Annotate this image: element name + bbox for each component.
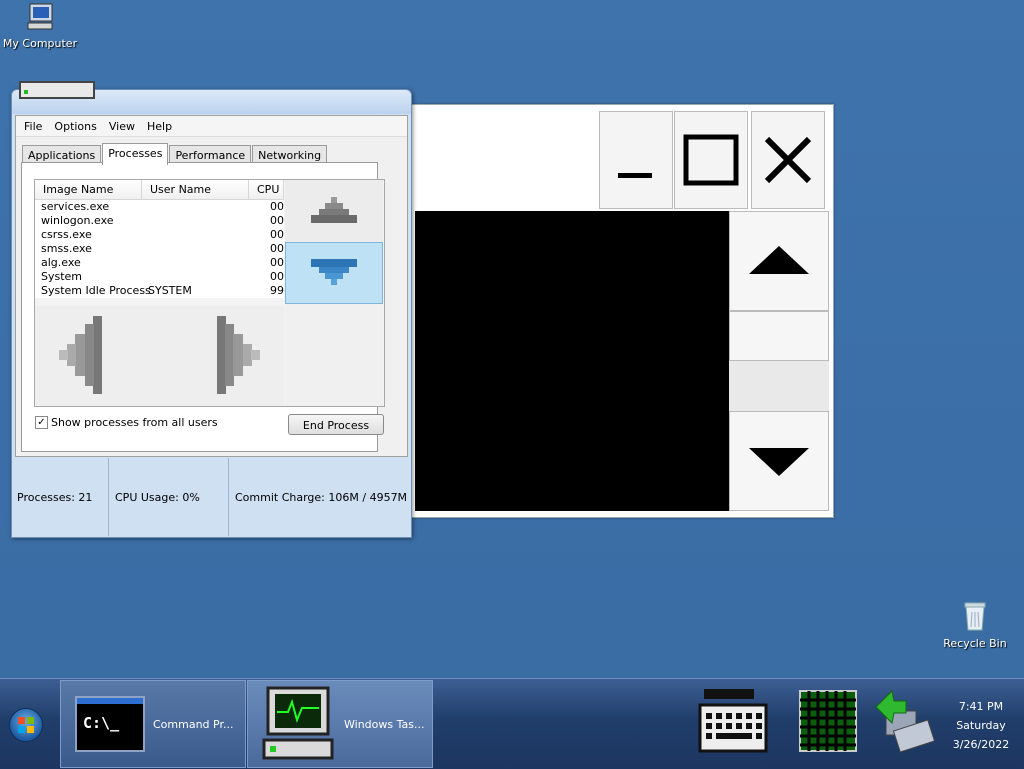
console-scroll-down-button[interactable] bbox=[729, 411, 829, 511]
scroll-up-button[interactable] bbox=[285, 180, 383, 242]
arrow-up-icon bbox=[311, 197, 357, 223]
task-manager-client: File Options View Help Applications Proc… bbox=[15, 115, 408, 457]
arrow-up-icon bbox=[749, 246, 809, 274]
table-row[interactable]: System 00 bbox=[35, 270, 284, 284]
process-list-header: Image Name User Name CPU bbox=[35, 180, 284, 200]
process-name: winlogon.exe bbox=[41, 214, 114, 227]
tab-processes[interactable]: Processes bbox=[102, 143, 169, 165]
process-user bbox=[148, 242, 248, 256]
process-cpu: 00 bbox=[270, 228, 284, 241]
maximize-icon bbox=[683, 134, 739, 186]
process-cpu: 00 bbox=[270, 214, 284, 227]
command-prompt-icon: C:\_ bbox=[75, 696, 145, 752]
console-window[interactable] bbox=[410, 104, 834, 518]
process-user bbox=[148, 270, 248, 284]
menu-help[interactable]: Help bbox=[141, 120, 178, 133]
menu-bar: File Options View Help bbox=[16, 116, 407, 137]
task-manager-icon bbox=[262, 686, 334, 760]
clock-day: Saturday bbox=[956, 719, 1006, 732]
network-grid-icon[interactable] bbox=[799, 690, 857, 752]
menu-options[interactable]: Options bbox=[48, 120, 102, 133]
start-button[interactable] bbox=[9, 708, 43, 742]
process-name: System Idle Process bbox=[41, 284, 151, 297]
process-user bbox=[148, 200, 248, 214]
table-row[interactable]: services.exe 00 bbox=[35, 200, 284, 214]
end-process-button[interactable]: End Process bbox=[288, 414, 384, 435]
table-row[interactable]: winlogon.exe 00 bbox=[35, 214, 284, 228]
status-cpu-usage: CPU Usage: 0% bbox=[109, 458, 229, 536]
keyboard-icon[interactable] bbox=[698, 689, 770, 755]
menu-view[interactable]: View bbox=[103, 120, 141, 133]
recycle-bin-label: Recycle Bin bbox=[943, 637, 1007, 650]
column-user-name[interactable]: User Name bbox=[142, 180, 249, 199]
desktop-icon-recycle-bin[interactable]: Recycle Bin bbox=[935, 600, 1015, 650]
console-minimize-button[interactable] bbox=[599, 111, 673, 209]
process-name: alg.exe bbox=[41, 256, 81, 269]
table-row[interactable]: alg.exe 00 bbox=[35, 256, 284, 270]
arrow-down-icon bbox=[749, 448, 809, 476]
taskbar-command-prompt[interactable]: C:\_ Command Pr... bbox=[60, 680, 246, 768]
process-name: csrss.exe bbox=[41, 228, 92, 241]
task-manager-app-icon bbox=[19, 81, 95, 99]
console-scroll-up-button[interactable] bbox=[729, 211, 829, 311]
minimize-icon bbox=[618, 173, 652, 178]
task-manager-titlebar[interactable] bbox=[12, 81, 411, 114]
taskbar: C:\_ Command Pr... Windows Tas... 7:41 P… bbox=[0, 678, 1024, 769]
process-cpu: 00 bbox=[270, 256, 284, 269]
network-connection-icon[interactable] bbox=[872, 687, 936, 753]
process-user bbox=[148, 256, 248, 270]
process-name: smss.exe bbox=[41, 242, 92, 255]
console-maximize-button[interactable] bbox=[674, 111, 748, 209]
close-icon bbox=[764, 136, 812, 184]
console-scroll-thumb[interactable] bbox=[729, 311, 829, 361]
task-manager-window[interactable]: File Options View Help Applications Proc… bbox=[11, 81, 412, 538]
taskbar-clock[interactable]: 7:41 PM Saturday 3/26/2022 bbox=[946, 697, 1016, 754]
computer-icon bbox=[27, 3, 53, 30]
column-cpu[interactable]: CPU bbox=[249, 180, 284, 199]
status-processes: Processes: 21 bbox=[13, 458, 109, 536]
show-all-users-checkbox[interactable]: ✓ Show processes from all users bbox=[35, 416, 218, 429]
process-user: SYSTEM bbox=[148, 284, 192, 297]
clock-time: 7:41 PM bbox=[958, 700, 1004, 713]
process-cpu: 99 bbox=[270, 284, 284, 297]
horizontal-scrollbar[interactable] bbox=[35, 306, 284, 406]
process-cpu: 00 bbox=[270, 270, 284, 283]
processes-panel: Image Name User Name CPU services.exe 00 w… bbox=[21, 162, 385, 452]
taskbar-command-prompt-label: Command Pr... bbox=[153, 717, 234, 731]
status-commit-charge: Commit Charge: 106M / 4957M bbox=[235, 491, 408, 504]
process-name: services.exe bbox=[41, 200, 110, 213]
process-list[interactable]: Image Name User Name CPU services.exe 00 w… bbox=[34, 179, 385, 407]
process-name: System bbox=[41, 270, 83, 283]
process-user bbox=[148, 228, 248, 242]
taskbar-task-manager[interactable]: Windows Tas... bbox=[247, 680, 433, 768]
console-screen[interactable] bbox=[415, 211, 729, 511]
arrow-right-icon bbox=[217, 316, 260, 394]
menu-file[interactable]: File bbox=[18, 120, 48, 133]
column-image-name[interactable]: Image Name bbox=[35, 180, 142, 199]
command-prompt-icon-text: C:\_ bbox=[83, 714, 120, 732]
recycle-bin-icon bbox=[964, 602, 986, 631]
scroll-down-button[interactable] bbox=[285, 242, 383, 304]
desktop-icon-my-computer[interactable]: My Computer bbox=[0, 2, 80, 50]
console-scrollbar[interactable] bbox=[729, 211, 829, 511]
table-row[interactable]: smss.exe 00 bbox=[35, 242, 284, 256]
table-row[interactable]: System Idle Process SYSTEM 99 bbox=[35, 284, 284, 298]
checkbox-box[interactable]: ✓ bbox=[35, 416, 48, 429]
windows-logo-icon bbox=[18, 717, 34, 733]
arrow-down-icon bbox=[311, 259, 357, 285]
show-all-users-label: Show processes from all users bbox=[51, 416, 218, 429]
process-cpu: 00 bbox=[270, 200, 284, 213]
status-bar: Processes: 21 CPU Usage: 0% Commit Charg… bbox=[13, 458, 410, 536]
process-cpu: 00 bbox=[270, 242, 284, 255]
my-computer-label: My Computer bbox=[2, 37, 78, 50]
clock-date: 3/26/2022 bbox=[952, 738, 1010, 751]
process-rows: services.exe 00 winlogon.exe 00 csrss.exe 00 s… bbox=[35, 200, 284, 298]
process-user bbox=[148, 214, 248, 228]
taskbar-task-manager-label: Windows Tas... bbox=[344, 717, 425, 731]
arrow-left-icon bbox=[59, 316, 102, 394]
table-row[interactable]: csrss.exe 00 bbox=[35, 228, 284, 242]
console-close-button[interactable] bbox=[751, 111, 825, 209]
vertical-scrollbar[interactable] bbox=[285, 180, 383, 406]
